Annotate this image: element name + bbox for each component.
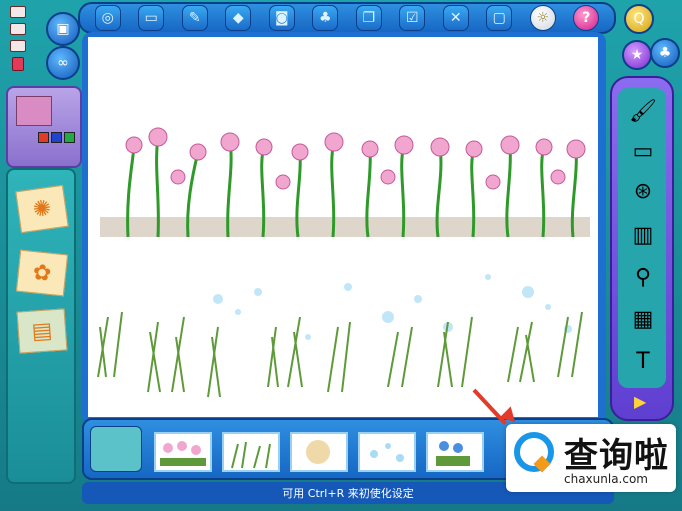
person-icon[interactable]: ♣ bbox=[312, 5, 339, 31]
folder-icon[interactable]: ▭ bbox=[138, 5, 165, 31]
save-round-button[interactable]: ▣ bbox=[46, 12, 80, 46]
next-arrow-button[interactable]: ▶ bbox=[634, 392, 646, 411]
thumb-sand[interactable] bbox=[290, 432, 348, 472]
star-icon: ★ bbox=[630, 47, 644, 63]
magnify-icon: Q bbox=[633, 11, 645, 27]
color-swatches bbox=[38, 132, 75, 143]
eraser-icon[interactable]: ▭ bbox=[626, 134, 660, 168]
flower-row bbox=[100, 127, 590, 238]
thumb-pink-flowers[interactable] bbox=[154, 432, 212, 472]
bucket-icon[interactable]: ▥ bbox=[626, 218, 660, 252]
star-button[interactable]: ★ bbox=[622, 40, 652, 70]
swatch-red[interactable] bbox=[38, 132, 49, 143]
watermark-logo: 查询啦 chaxunla.com bbox=[506, 424, 676, 492]
thumb-grass[interactable] bbox=[222, 432, 280, 472]
color-picker[interactable] bbox=[6, 86, 82, 168]
brush-icon[interactable]: ✎ bbox=[181, 5, 208, 31]
paintbrush-icon[interactable]: 🖌 bbox=[626, 94, 660, 128]
thumb-bubbles[interactable] bbox=[358, 432, 416, 472]
stamp-icon[interactable]: ▦ bbox=[626, 302, 660, 336]
stamp-flower-icon[interactable]: ✿ bbox=[15, 249, 69, 297]
top-toolbar: ◎ ▭ ✎ ◆ ◙ ♣ ❐ ☑ ✕ ▢ ☼ ? bbox=[78, 2, 616, 34]
lightbulb-icon[interactable]: ☼ bbox=[529, 5, 556, 31]
watermark-title: 查询啦 bbox=[564, 436, 669, 476]
mini-icon-2[interactable] bbox=[10, 23, 26, 35]
close-icon[interactable]: ✕ bbox=[442, 5, 469, 31]
mini-icon-1[interactable] bbox=[10, 6, 26, 18]
stamp-page-icon[interactable]: ▤ bbox=[16, 308, 68, 354]
grass-row bbox=[97, 311, 583, 398]
globe-icon[interactable]: ◎ bbox=[94, 5, 121, 31]
right-top-controls: Q ★ ♣ bbox=[622, 2, 680, 82]
status-text: 可用 Ctrl+R 来初使化设定 bbox=[282, 487, 414, 500]
drawing-canvas[interactable] bbox=[88, 37, 598, 417]
tray-stamp-button[interactable] bbox=[90, 426, 142, 472]
mini-icon-3[interactable] bbox=[10, 40, 26, 52]
thumb-blue-flowers[interactable] bbox=[426, 432, 484, 472]
swatch-blue[interactable] bbox=[51, 132, 62, 143]
mini-icons bbox=[6, 6, 28, 76]
shape-icon: ∞ bbox=[57, 55, 69, 71]
diamond-icon[interactable]: ◆ bbox=[225, 5, 252, 31]
magnify-button[interactable]: Q bbox=[624, 4, 654, 34]
canvas-art bbox=[97, 127, 590, 398]
right-tool-panel: 🖌 ▭ ⊛ ▥ ⚲ ▦ T ▶ bbox=[610, 76, 674, 421]
help-button[interactable]: ? bbox=[573, 5, 600, 31]
current-color[interactable] bbox=[16, 96, 52, 126]
tree-icon: ♣ bbox=[658, 45, 672, 61]
right-tool-tray: 🖌 ▭ ⊛ ▥ ⚲ ▦ T bbox=[618, 88, 666, 388]
frame-icon[interactable]: ▢ bbox=[486, 5, 513, 31]
stamp-sun-icon[interactable]: ✺ bbox=[15, 184, 69, 234]
swatch-green[interactable] bbox=[64, 132, 75, 143]
tee-icon[interactable]: T bbox=[626, 344, 660, 378]
spray-icon[interactable]: ⊛ bbox=[626, 174, 660, 208]
shape-round-button[interactable]: ∞ bbox=[46, 46, 80, 80]
copy-icon[interactable]: ❐ bbox=[355, 5, 382, 31]
watermark-url: chaxunla.com bbox=[564, 472, 648, 486]
mini-icon-4[interactable] bbox=[12, 57, 24, 71]
checkbox-icon[interactable]: ☑ bbox=[399, 5, 426, 31]
dropper-icon[interactable]: ⚲ bbox=[626, 260, 660, 294]
help-icon: ? bbox=[582, 10, 591, 26]
tree-button[interactable]: ♣ bbox=[650, 38, 680, 68]
save-icon: ▣ bbox=[56, 21, 70, 37]
camera-icon[interactable]: ◙ bbox=[268, 5, 295, 31]
left-tool-panel: ✺ ✿ ▤ bbox=[6, 168, 76, 484]
